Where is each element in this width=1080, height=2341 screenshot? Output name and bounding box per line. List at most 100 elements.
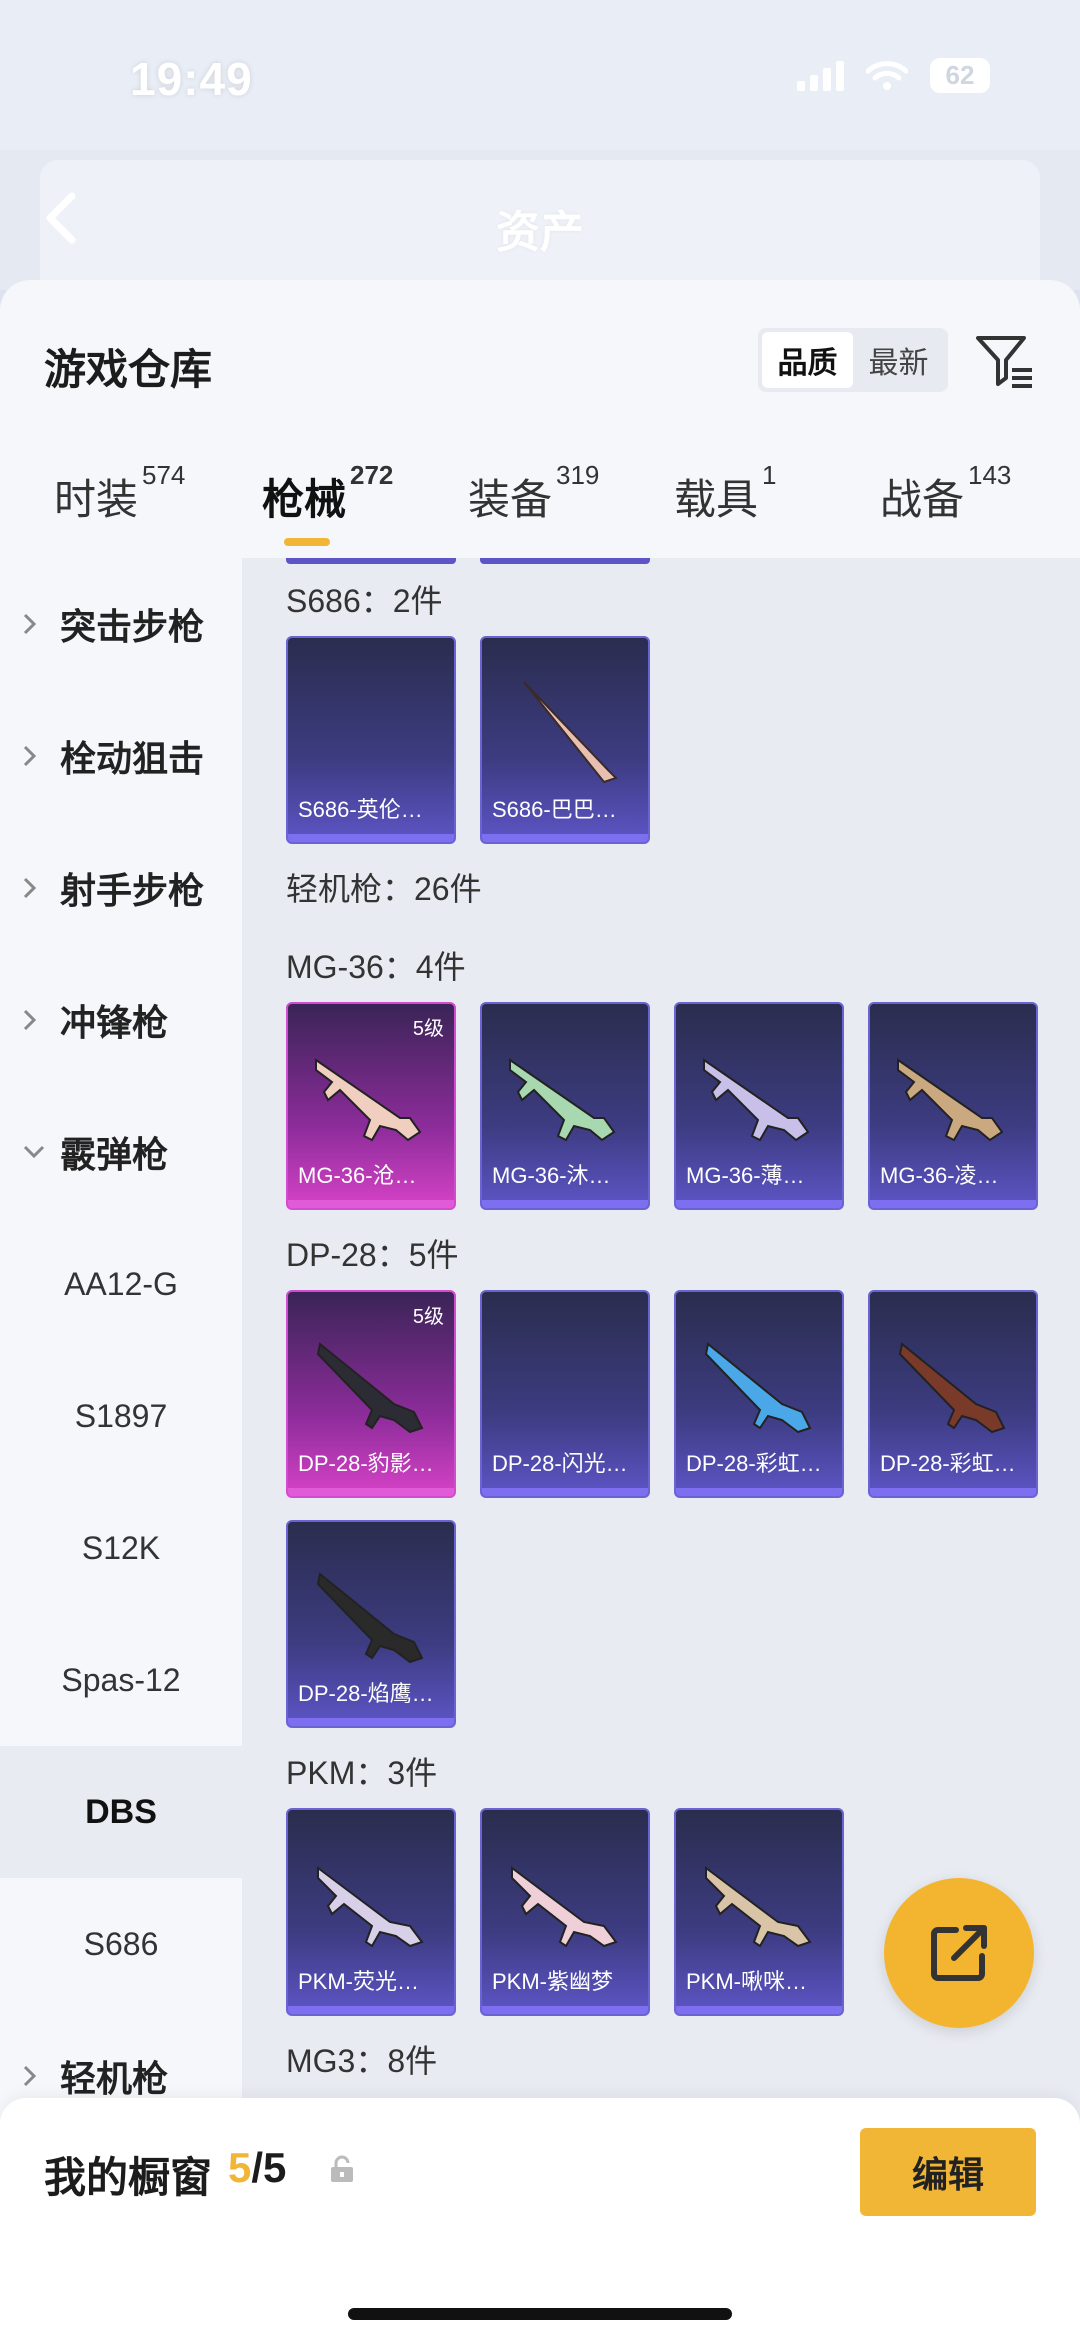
subcategory-sidebar: 突击步枪栓动狙击射手步枪冲锋枪霰弹枪 AA12-G S1897 S12K Spas-12… xyxy=(0,558,242,2341)
weapon-card[interactable]: PKM-啾咪… xyxy=(674,1808,844,2016)
weapon-card[interactable]: S686-英伦… xyxy=(286,636,456,844)
weapon-card[interactable]: S686-巴巴… xyxy=(480,636,650,844)
weapon-name: MG-36-沐… xyxy=(492,1163,611,1188)
sidebar-item-label: S12K xyxy=(81,1529,161,1566)
rarity-bar xyxy=(288,1488,454,1496)
sort-option-quality[interactable]: 品质 xyxy=(762,332,853,388)
weapon-image xyxy=(315,1058,422,1142)
weapon-image xyxy=(316,1572,424,1664)
filter-icon[interactable] xyxy=(972,328,1036,392)
tab-supplies[interactable]: 战备143 xyxy=(880,460,1011,527)
sidebar-item[interactable]: DBS xyxy=(0,1746,242,1878)
active-tab-indicator xyxy=(284,538,330,546)
sidebar-item[interactable]: AA12-G xyxy=(0,1218,242,1350)
edit-button[interactable]: 编辑 xyxy=(860,2128,1036,2216)
battery-indicator: 62 xyxy=(930,58,990,93)
tab-count: 1 xyxy=(762,460,777,490)
sidebar-item-label: S1897 xyxy=(74,1397,168,1434)
warehouse-sheet: 游戏仓库 品质 最新 时装574 枪械272 装备319 载具1 战备143 突… xyxy=(0,280,1080,2341)
weapon-card[interactable]: DP-28-闪光… xyxy=(480,1290,650,1498)
rarity-bar xyxy=(288,1718,454,1726)
chevron-right-icon xyxy=(22,1008,50,1032)
tab-label: 装备 xyxy=(468,476,553,523)
tab-vehicles[interactable]: 载具1 xyxy=(674,460,776,527)
chevron-down-icon xyxy=(22,1144,50,1160)
rarity-bar xyxy=(870,1488,1036,1496)
chevron-right-icon xyxy=(22,876,50,900)
weapon-card[interactable]: DP-28-彩虹… xyxy=(674,1290,844,1498)
sidebar-item-label: DBS xyxy=(85,1792,157,1831)
weapon-image xyxy=(316,1342,424,1434)
rarity-bar xyxy=(288,834,454,842)
nav-title: 资产 xyxy=(496,208,584,257)
weapon-card[interactable]: DP-28-豹影… 5级 xyxy=(286,1290,456,1498)
tab-count: 272 xyxy=(350,460,394,490)
showcase-total: /5 xyxy=(251,2144,287,2191)
weapon-name: DP-28-豹影… xyxy=(298,1451,434,1476)
showcase-current: 5 xyxy=(228,2144,252,2191)
tab-fashion[interactable]: 时装574 xyxy=(54,460,185,527)
showcase-bar: 我的橱窗 5/5 编辑 xyxy=(0,2098,1080,2341)
chevron-right-icon xyxy=(22,612,50,636)
sidebar-item-label: AA12-G xyxy=(64,1265,178,1302)
weapon-level: 5级 xyxy=(412,1306,444,1328)
sort-toggle: 品质 最新 xyxy=(758,328,948,392)
tab-count: 574 xyxy=(142,460,186,490)
tab-count: 319 xyxy=(556,460,600,490)
sidebar-item[interactable]: 栓动狙击 xyxy=(0,690,242,822)
sidebar-item-label: 突击步枪 xyxy=(60,606,205,647)
sidebar-item[interactable]: 突击步枪 xyxy=(0,558,242,690)
weapon-card[interactable]: MG-36-凌… xyxy=(868,1002,1038,1210)
weapon-name: MG-36-凌… xyxy=(880,1163,999,1188)
tab-label: 时装 xyxy=(54,476,139,523)
weapon-card[interactable]: MG-36-沧… 5级 xyxy=(286,1002,456,1210)
weapon-name: S686-英伦… xyxy=(298,797,423,822)
group-label: PKM：3件 xyxy=(286,1755,438,1791)
sidebar-item[interactable]: 冲锋枪 xyxy=(0,954,242,1086)
signal-icon xyxy=(797,60,844,91)
rarity-bar xyxy=(482,1488,648,1496)
weapon-card[interactable]: DP-28-彩虹… xyxy=(868,1290,1038,1498)
weapon-card[interactable]: DP-28-焰鹰… xyxy=(286,1520,456,1728)
weapon-name: PKM-荧光… xyxy=(298,1969,420,1994)
sidebar-item-label: 霰弹枪 xyxy=(60,1134,169,1175)
sidebar-item-label: 轻机枪 xyxy=(60,2058,169,2099)
sidebar-item[interactable]: 射手步枪 xyxy=(0,822,242,954)
lock-icon[interactable] xyxy=(328,2154,356,2184)
weapon-name: DP-28-焰鹰… xyxy=(298,1681,434,1706)
weapon-name: MG-36-沧… xyxy=(298,1163,417,1188)
status-bar: 19:49 62 xyxy=(0,0,1080,150)
weapon-card[interactable]: PKM-紫幽梦 xyxy=(480,1808,650,2016)
chevron-right-icon xyxy=(22,2064,50,2088)
sidebar-item[interactable]: 霰弹枪 xyxy=(0,1086,242,1218)
group-label: S686：2件 xyxy=(286,583,443,619)
weapon-image xyxy=(898,1342,1006,1434)
weapon-card[interactable]: MG-36-薄… xyxy=(674,1002,844,1210)
home-indicator xyxy=(348,2308,732,2320)
weapon-image xyxy=(704,1342,812,1434)
sidebar-item-label: 射手步枪 xyxy=(60,870,205,911)
showcase-label: 我的橱窗 xyxy=(44,2154,213,2201)
weapon-name: S686-巴巴… xyxy=(492,797,617,822)
chevron-right-icon xyxy=(22,744,50,768)
tab-firearms[interactable]: 枪械272 xyxy=(262,460,393,527)
weapon-name: DP-28-彩虹… xyxy=(880,1451,1016,1476)
rarity-bar xyxy=(482,1200,648,1208)
sidebar-item[interactable]: S12K xyxy=(0,1482,242,1614)
tab-equipment[interactable]: 装备319 xyxy=(468,460,599,527)
weapon-name: DP-28-闪光… xyxy=(492,1451,628,1476)
weapon-card[interactable]: PKM-荧光… xyxy=(286,1808,456,2016)
weapon-name: DP-28-彩虹… xyxy=(686,1451,822,1476)
weapon-card[interactable]: MG-36-沐… xyxy=(480,1002,650,1210)
group-label: DP-28：5件 xyxy=(286,1237,459,1273)
sidebar-item[interactable]: S686 xyxy=(0,1878,242,2010)
sort-option-latest[interactable]: 最新 xyxy=(853,332,944,388)
group-label: MG3：8件 xyxy=(286,2043,438,2079)
rarity-bar xyxy=(482,834,648,842)
share-button[interactable] xyxy=(884,1878,1034,2028)
sidebar-item[interactable]: S1897 xyxy=(0,1350,242,1482)
weapon-image xyxy=(703,1058,810,1142)
sidebar-item[interactable]: Spas-12 xyxy=(0,1614,242,1746)
rarity-bar xyxy=(288,2006,454,2014)
sidebar-item-label: S686 xyxy=(83,1925,159,1962)
